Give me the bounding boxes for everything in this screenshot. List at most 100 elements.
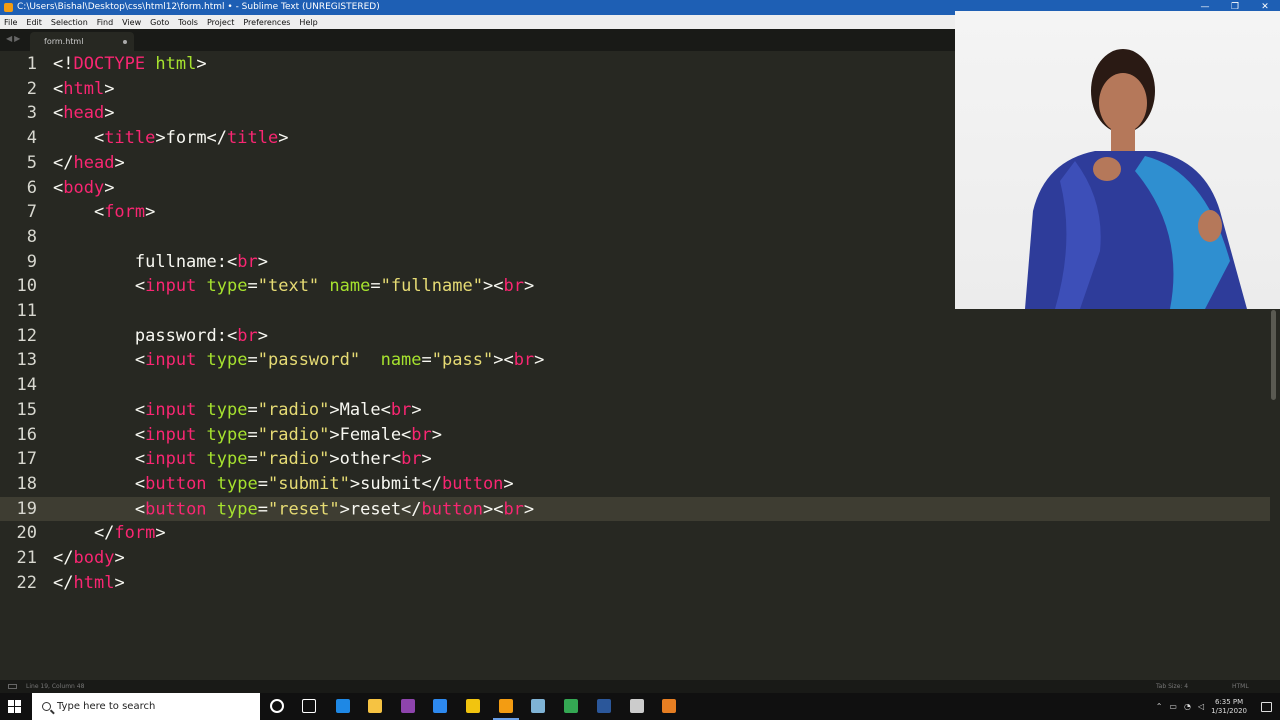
code-token: type xyxy=(196,399,248,420)
code-line[interactable]: 16 <input type="radio">Female<br> xyxy=(0,423,1270,448)
menu-file[interactable]: File xyxy=(4,18,17,27)
notification-icon[interactable] xyxy=(1261,701,1272,712)
sublime-logo-icon xyxy=(4,3,13,12)
menu-preferences[interactable]: Preferences xyxy=(243,18,290,27)
code-line[interactable]: 22 </html> xyxy=(0,571,1270,596)
code-token: br xyxy=(503,276,524,297)
code-token: input xyxy=(145,424,197,445)
clock-date: 1/31/2020 xyxy=(1211,706,1247,715)
code-token: < xyxy=(53,103,64,124)
code-token: "submit" xyxy=(267,473,350,494)
code-line[interactable]: 13 <input type="password" name="pass"><b… xyxy=(0,348,1270,373)
code-line[interactable]: 18 <button type="submit">submit</button> xyxy=(0,472,1270,497)
menu-project[interactable]: Project xyxy=(207,18,234,27)
code-text: <head> xyxy=(53,101,114,126)
code-token: > xyxy=(155,523,166,544)
code-token: input xyxy=(145,449,197,470)
python-icon[interactable] xyxy=(466,699,480,713)
presenter-image xyxy=(1025,49,1247,309)
code-token: br xyxy=(390,399,412,420)
wifi-icon[interactable]: ◔ xyxy=(1184,702,1191,711)
taskbar-search-box[interactable]: Type here to search xyxy=(32,693,260,720)
photos-icon[interactable] xyxy=(630,699,644,713)
volume-icon[interactable]: ◁ xyxy=(1198,702,1204,711)
tab-nav-arrows-icon[interactable]: ◀▶ xyxy=(6,34,22,43)
code-token: = xyxy=(247,424,258,445)
code-token: html xyxy=(145,54,197,74)
sublime-text-icon[interactable] xyxy=(499,699,513,713)
word-icon[interactable] xyxy=(597,699,611,713)
code-token: = xyxy=(247,276,258,297)
visual-studio-icon[interactable] xyxy=(401,699,415,713)
code-line[interactable]: 17 <input type="radio">other<br> xyxy=(0,447,1270,472)
app-icon[interactable] xyxy=(531,699,545,713)
code-token: > xyxy=(421,449,432,470)
code-line[interactable]: 19 <button type="reset">reset</button><b… xyxy=(0,496,1270,522)
code-token: > xyxy=(114,548,125,568)
line-number: 7 xyxy=(26,202,37,223)
code-token: < xyxy=(53,473,146,494)
code-token: = xyxy=(247,399,258,420)
code-token: > xyxy=(104,103,115,124)
code-token: </ xyxy=(53,523,115,544)
menu-view[interactable]: View xyxy=(122,18,141,27)
code-token: </ xyxy=(53,152,74,173)
code-token: title xyxy=(227,128,279,149)
tab-form-html[interactable]: form.html xyxy=(30,32,134,51)
line-number: 20 xyxy=(16,523,37,544)
code-text: <form> xyxy=(53,200,155,225)
code-token: >< xyxy=(482,276,504,297)
code-token: > xyxy=(534,350,545,371)
code-token: < xyxy=(53,78,64,99)
code-token: >reset</ xyxy=(339,498,422,519)
line-number: 5 xyxy=(26,152,37,173)
code-token: > xyxy=(114,572,125,593)
code-token: type xyxy=(196,449,248,470)
code-text: </html> xyxy=(53,571,125,596)
code-line[interactable]: 20 </form> xyxy=(0,521,1270,546)
console-toggle-icon[interactable] xyxy=(8,684,17,689)
line-number: 11 xyxy=(16,301,37,321)
orange-app-icon[interactable] xyxy=(662,699,676,713)
code-line[interactable]: 21 </body> xyxy=(0,546,1270,571)
menu-goto[interactable]: Goto xyxy=(150,18,169,27)
vertical-scrollbar[interactable] xyxy=(1271,310,1276,400)
chrome-icon[interactable] xyxy=(564,699,578,713)
line-number: 8 xyxy=(26,226,37,247)
task-view-icon[interactable] xyxy=(302,699,316,713)
line-number: 3 xyxy=(26,103,37,124)
menu-find[interactable]: Find xyxy=(97,18,113,27)
code-token: > xyxy=(257,251,268,272)
code-text: </body> xyxy=(53,546,125,571)
unsaved-dot-icon[interactable] xyxy=(123,40,127,44)
menu-selection[interactable]: Selection xyxy=(51,18,88,27)
network-icon[interactable]: ▭ xyxy=(1169,702,1177,711)
code-token: > xyxy=(431,424,443,445)
menu-edit[interactable]: Edit xyxy=(26,18,42,27)
tab-label: form.html xyxy=(44,37,84,46)
store-icon[interactable] xyxy=(433,699,447,713)
code-token: html xyxy=(73,572,115,593)
line-number: 18 xyxy=(16,473,37,494)
line-number: 13 xyxy=(16,350,37,371)
menu-tools[interactable]: Tools xyxy=(178,18,198,27)
code-token: </ xyxy=(53,572,74,593)
tab-size-selector[interactable]: Tab Size: 4 xyxy=(1156,680,1188,693)
edge-icon[interactable] xyxy=(336,699,350,713)
tray-chevron-icon[interactable]: ⌃ xyxy=(1156,702,1163,711)
file-explorer-icon[interactable] xyxy=(368,699,382,713)
code-token: >< xyxy=(482,498,504,519)
code-text: fullname:<br> xyxy=(53,250,268,275)
line-number: 4 xyxy=(26,128,37,149)
syntax-selector[interactable]: HTML xyxy=(1232,680,1249,693)
code-line[interactable]: 14 xyxy=(0,373,1270,398)
code-token: button xyxy=(442,473,504,494)
menu-help[interactable]: Help xyxy=(299,18,317,27)
code-line[interactable]: 15 <input type="radio">Male<br> xyxy=(0,398,1270,423)
code-token: = xyxy=(247,350,258,371)
code-line[interactable]: 12 password:<br> xyxy=(0,324,1270,349)
cortana-icon[interactable] xyxy=(270,699,284,713)
clock[interactable]: 6:35 PM 1/31/2020 xyxy=(1211,698,1247,716)
code-token: input xyxy=(145,350,197,371)
windows-start-icon[interactable] xyxy=(8,700,21,713)
